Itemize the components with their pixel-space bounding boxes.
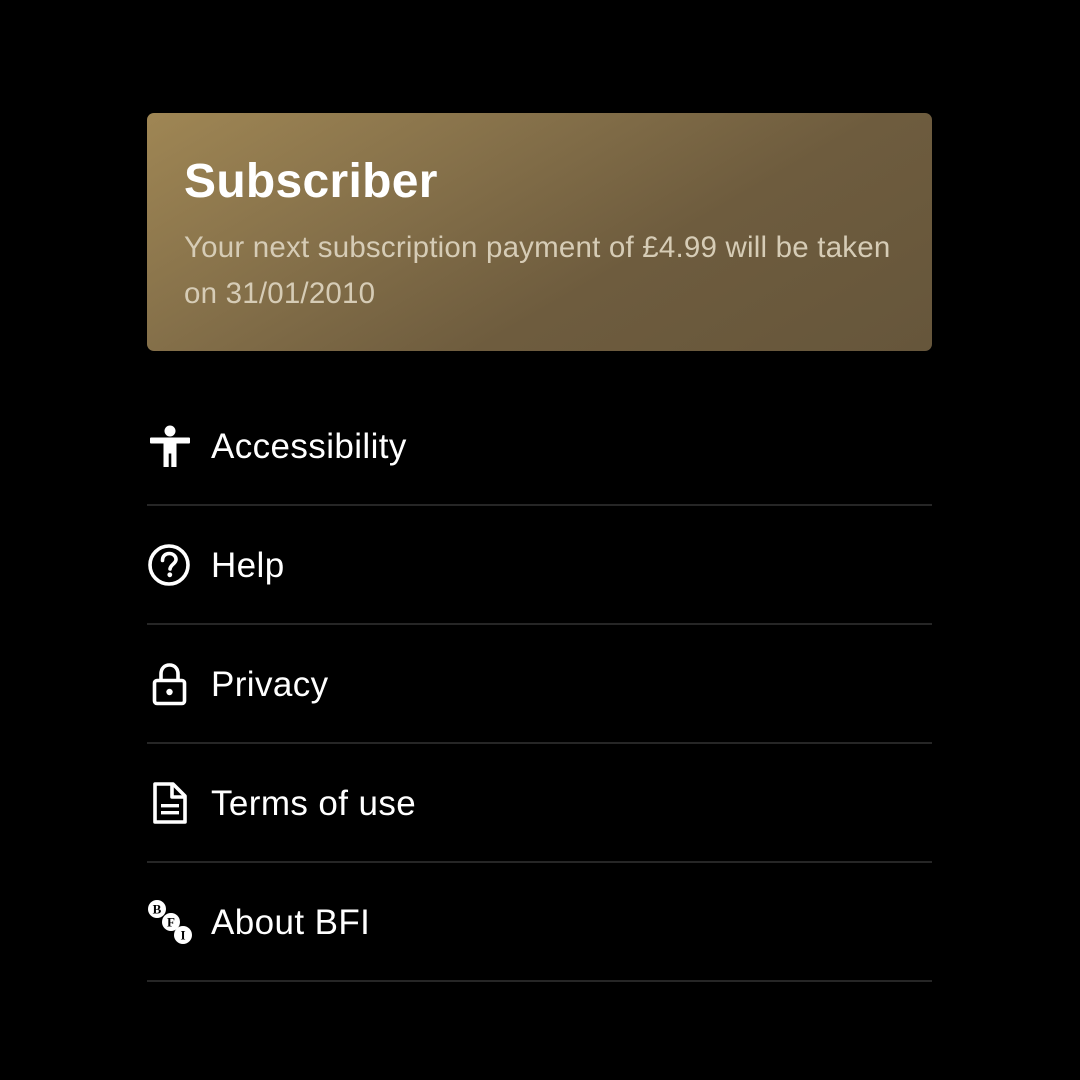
- settings-menu: Accessibility Help Privacy Terms of use: [147, 387, 932, 982]
- subscription-card: Subscriber Your next subscription paymen…: [147, 113, 932, 351]
- menu-item-label: Accessibility: [211, 427, 407, 466]
- accessibility-icon: [150, 425, 190, 467]
- menu-item-label: Privacy: [211, 665, 329, 704]
- help-circle-icon: [148, 544, 190, 586]
- svg-text:I: I: [180, 928, 185, 943]
- menu-item-label: About BFI: [211, 903, 371, 942]
- menu-item-label: Terms of use: [211, 784, 417, 823]
- menu-item-about[interactable]: B F I About BFI: [147, 863, 932, 982]
- menu-item-terms[interactable]: Terms of use: [147, 744, 932, 863]
- menu-item-help[interactable]: Help: [147, 506, 932, 625]
- svg-text:F: F: [167, 915, 175, 930]
- subscription-description: Your next subscription payment of £4.99 …: [184, 231, 891, 310]
- svg-text:B: B: [153, 902, 162, 917]
- menu-item-privacy[interactable]: Privacy: [147, 625, 932, 744]
- menu-item-label: Help: [211, 546, 285, 585]
- lock-icon: [152, 663, 187, 706]
- subscription-title: Subscriber: [184, 155, 438, 208]
- bfi-logo-icon: B F I: [148, 900, 192, 944]
- menu-item-accessibility[interactable]: Accessibility: [147, 387, 932, 506]
- document-icon: [153, 782, 187, 824]
